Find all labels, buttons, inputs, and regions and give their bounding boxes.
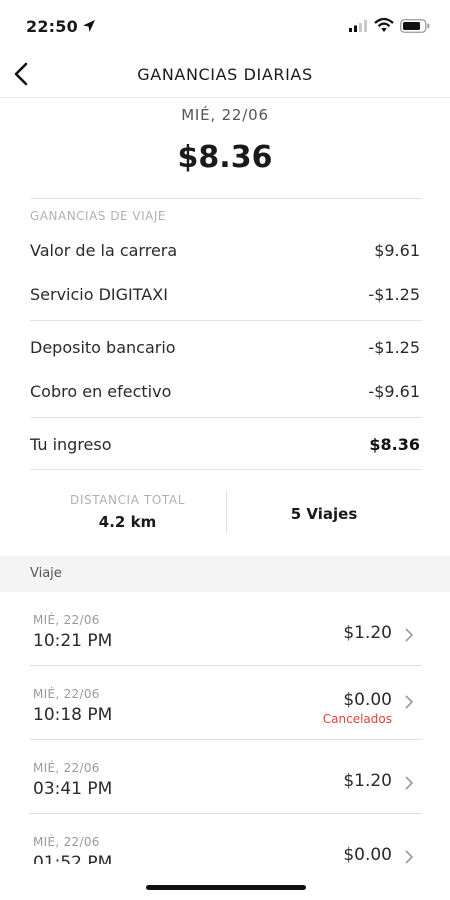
trip-amount: $1.20	[343, 771, 392, 791]
divider	[30, 320, 422, 321]
trips-header-label: Viaje	[30, 566, 62, 581]
trip-list[interactable]: MIÉ, 22/06 10:21 PM $1.20 MIÉ, 22/06 10:…	[0, 592, 450, 864]
nav-bar: GANANCIAS DIARIAS	[0, 52, 450, 98]
trip-row[interactable]: MIÉ, 22/06 03:41 PM $1.20	[0, 740, 450, 814]
signal-icon	[349, 20, 367, 32]
trip-row[interactable]: MIÉ, 22/06 01:52 PM $0.00	[0, 814, 450, 864]
trip-time: 10:21 PM	[33, 631, 113, 651]
income-value: $8.36	[369, 435, 420, 454]
chevron-right-icon	[405, 695, 414, 709]
trip-time: 01:52 PM	[33, 853, 113, 864]
trip-row[interactable]: MIÉ, 22/06 10:21 PM $1.20	[0, 592, 450, 666]
trips-count: 5 Viajes	[290, 505, 358, 523]
divider	[30, 469, 422, 470]
earning-row-label: Servicio DIGITAXI	[30, 285, 168, 304]
wifi-icon	[374, 17, 394, 32]
trip-time: 10:18 PM	[33, 705, 113, 725]
trip-amount: $1.20	[343, 623, 392, 643]
divider	[30, 198, 422, 199]
status-time: 22:50	[26, 17, 78, 36]
page-title: GANANCIAS DIARIAS	[137, 65, 313, 84]
divider	[30, 417, 422, 418]
trip-date: MIÉ, 22/06	[33, 761, 100, 775]
trips-list-header: Viaje	[0, 556, 450, 592]
chevron-right-icon	[405, 776, 414, 790]
earning-row-label: Deposito bancario	[30, 338, 176, 357]
battery-icon	[400, 19, 430, 33]
total-earnings: $8.36	[177, 140, 273, 175]
trip-time: 03:41 PM	[33, 779, 113, 799]
earning-row-value: -$1.25	[368, 338, 420, 357]
location-arrow-icon	[83, 20, 95, 32]
income-label: Tu ingreso	[30, 435, 112, 454]
trip-status-cancelled: Cancelados	[322, 712, 392, 726]
section-label: GANANCIAS DE VIAJE	[30, 209, 166, 223]
earning-row-label: Cobro en efectivo	[30, 382, 172, 401]
home-indicator[interactable]	[146, 885, 306, 890]
earning-row-value: -$9.61	[368, 382, 420, 401]
earnings-date: MIÉ, 22/06	[181, 106, 269, 124]
earning-row-label: Valor de la carrera	[30, 241, 178, 260]
distance-value: 4.2 km	[98, 513, 157, 531]
distance-label: DISTANCIA TOTAL	[70, 493, 185, 507]
trip-date: MIÉ, 22/06	[33, 835, 100, 849]
trip-row[interactable]: MIÉ, 22/06 10:18 PM $0.00 Cancelados	[0, 666, 450, 740]
trip-date: MIÉ, 22/06	[33, 613, 100, 627]
earning-row-value: -$1.25	[368, 285, 420, 304]
chevron-right-icon	[405, 850, 414, 864]
trip-date: MIÉ, 22/06	[33, 687, 100, 701]
status-bar: 22:50	[0, 0, 450, 52]
trip-amount: $0.00	[343, 690, 392, 710]
earning-row-value: $9.61	[374, 241, 420, 260]
chevron-right-icon	[405, 628, 414, 642]
trip-amount: $0.00	[343, 845, 392, 864]
